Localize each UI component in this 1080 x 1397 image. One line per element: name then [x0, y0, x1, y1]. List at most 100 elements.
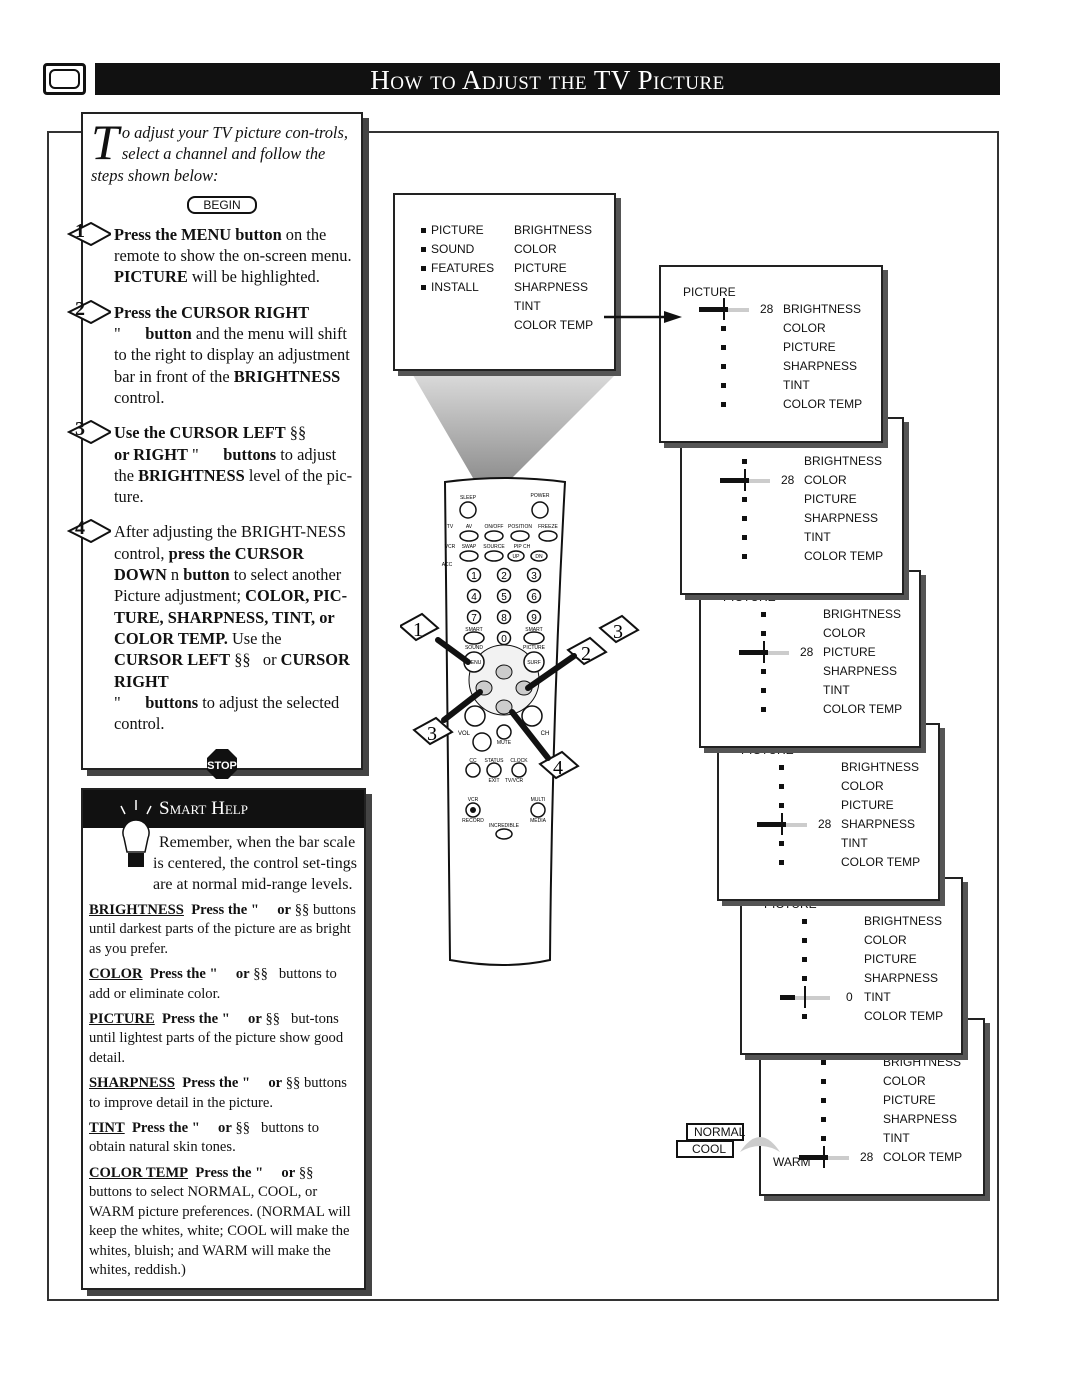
digit-label: 3 [531, 571, 537, 582]
remote-label: ACC [442, 562, 453, 568]
svg-text:STOP: STOP [207, 760, 237, 772]
picture-menu-item[interactable]: TINT [804, 530, 831, 544]
picture-menu-item[interactable]: COLOR TEMP [864, 1009, 943, 1023]
picture-menu-item[interactable]: COLOR [823, 626, 866, 640]
main-menu-item[interactable]: INSTALL [431, 280, 479, 294]
volume-up-button[interactable] [464, 705, 486, 727]
picture-menu-item[interactable]: BRIGHTNESS [864, 914, 942, 928]
picture-menu-item[interactable]: BRIGHTNESS [783, 302, 861, 316]
cursor-up-button[interactable] [495, 664, 513, 680]
adjustment-bar-fill [780, 995, 795, 1000]
picture-menu-item[interactable]: PICTURE [823, 645, 876, 659]
picture-menu-item[interactable]: PICTURE [783, 340, 836, 354]
step-callout-label: 1 [413, 619, 423, 641]
picture-menu-screen: PICTURE BRIGHTNESS COLOR PICTURE 28 SHARPNESS… [717, 723, 940, 901]
main-menu-screen: PICTURE SOUND FEATURES INSTALL BRIGHTNESS COL… [393, 193, 616, 371]
menu-bullet [802, 938, 807, 943]
onoff-button[interactable] [484, 530, 504, 542]
adjustment-value: 0 [846, 990, 853, 1004]
bar-marker-icon [744, 469, 746, 491]
menu-bullet [761, 631, 766, 636]
picture-menu-item[interactable]: COLOR TEMP [841, 855, 920, 869]
picture-menu-item[interactable]: COLOR TEMP [804, 549, 883, 563]
picture-menu-item[interactable]: COLOR [864, 933, 907, 947]
swap-button[interactable] [459, 550, 479, 562]
main-menu-item[interactable]: SOUND [431, 242, 474, 256]
picture-menu-item[interactable]: BRIGHTNESS [804, 454, 882, 468]
multimedia-button[interactable] [530, 802, 546, 818]
clock-button[interactable] [511, 762, 527, 778]
status-button[interactable] [486, 762, 502, 778]
bar-marker-icon [804, 986, 806, 1008]
submenu-item[interactable]: COLOR TEMP [514, 318, 593, 332]
picture-menu-item[interactable]: BRIGHTNESS [841, 760, 919, 774]
picture-menu-item[interactable]: TINT [823, 683, 850, 697]
picture-menu-item[interactable]: SHARPNESS [783, 359, 857, 373]
sleep-button[interactable] [459, 501, 477, 519]
cc-button[interactable] [465, 762, 481, 778]
submenu-item[interactable]: BRIGHTNESS [514, 223, 592, 237]
picture-menu-item[interactable]: SHARPNESS [864, 971, 938, 985]
record-dot-icon [470, 807, 476, 813]
main-menu-item[interactable]: FEATURES [431, 261, 494, 275]
remote-control: SLEEP POWER TV VCR ACC AV ON/OFF POSITION FREEZE… [400, 477, 640, 966]
help-item: PICTURE Press the " or §§ but-tons until… [89, 1011, 344, 1066]
mute-button[interactable] [496, 724, 512, 740]
digit-label: 6 [531, 592, 537, 603]
freeze-button[interactable] [538, 530, 558, 542]
cool-option[interactable]: COOL [676, 1140, 734, 1158]
smart-help-box: Smart Help Remember, when the bar scale … [81, 788, 366, 1290]
picture-menu-item[interactable]: TINT [864, 990, 891, 1004]
remote-label: MEDIA [530, 818, 547, 824]
remote-label: TV/VCR [505, 778, 524, 784]
menu-bullet [779, 784, 784, 789]
power-button[interactable] [531, 501, 549, 519]
step-text: Press the CURSOR RIGHT " button and the m… [114, 302, 350, 407]
picture-menu-item[interactable]: COLOR TEMP [783, 397, 862, 411]
picture-menu-item[interactable]: COLOR [783, 321, 826, 335]
step-callout-label: 2 [581, 643, 591, 665]
av-button[interactable] [459, 530, 479, 542]
picture-menu-item[interactable]: TINT [783, 378, 810, 392]
picture-menu-item[interactable]: SHARPNESS [823, 664, 897, 678]
main-menu-item[interactable]: PICTURE [431, 223, 484, 237]
menu-bullet [721, 345, 726, 350]
normal-option[interactable]: NORMAL [686, 1123, 745, 1141]
picture-menu-item[interactable]: SHARPNESS [804, 511, 878, 525]
adjustment-value: 28 [760, 302, 774, 316]
picture-menu-item[interactable]: SHARPNESS [841, 817, 915, 831]
page-title: How to Adjust the TV Picture [95, 63, 1000, 95]
picture-menu-item[interactable]: COLOR [804, 473, 847, 487]
picture-menu-item[interactable]: TINT [841, 836, 868, 850]
incredible-button[interactable] [495, 828, 513, 840]
digit-label: 5 [501, 592, 507, 603]
smart-sound-button[interactable] [463, 631, 485, 645]
volume-down-button[interactable] [472, 732, 492, 752]
remote-label: AV [466, 524, 473, 530]
step-number-badge: 3 [67, 418, 111, 445]
menu-bullet [779, 803, 784, 808]
menu-bullet [721, 383, 726, 388]
submenu-item[interactable]: COLOR [514, 242, 557, 256]
remote-label: MULTI [531, 797, 546, 803]
remote-label: FREEZE [538, 524, 558, 530]
submenu-item[interactable]: PICTURE [514, 261, 567, 275]
menu-bullet [421, 285, 426, 290]
submenu-item[interactable]: TINT [514, 299, 541, 313]
picture-menu-item[interactable]: BRIGHTNESS [823, 607, 901, 621]
picture-menu-item[interactable]: COLOR TEMP [823, 702, 902, 716]
bar-marker-icon [763, 641, 765, 663]
picture-menu-item[interactable]: PICTURE [864, 952, 917, 966]
picture-menu-item[interactable]: PICTURE [804, 492, 857, 506]
digit-label: 4 [471, 592, 477, 603]
smart-picture-button[interactable] [523, 631, 545, 645]
intro-text: o adjust your TV picture con-trols, sele… [91, 123, 348, 185]
submenu-item[interactable]: SHARPNESS [514, 280, 588, 294]
picture-menu-item[interactable]: COLOR [841, 779, 884, 793]
adjustment-value: 28 [818, 817, 832, 831]
remote-label: CH [541, 731, 550, 737]
picture-menu-item[interactable]: PICTURE [841, 798, 894, 812]
channel-up-button[interactable] [521, 705, 543, 727]
position-button[interactable] [510, 530, 530, 542]
source-button[interactable] [484, 550, 504, 562]
